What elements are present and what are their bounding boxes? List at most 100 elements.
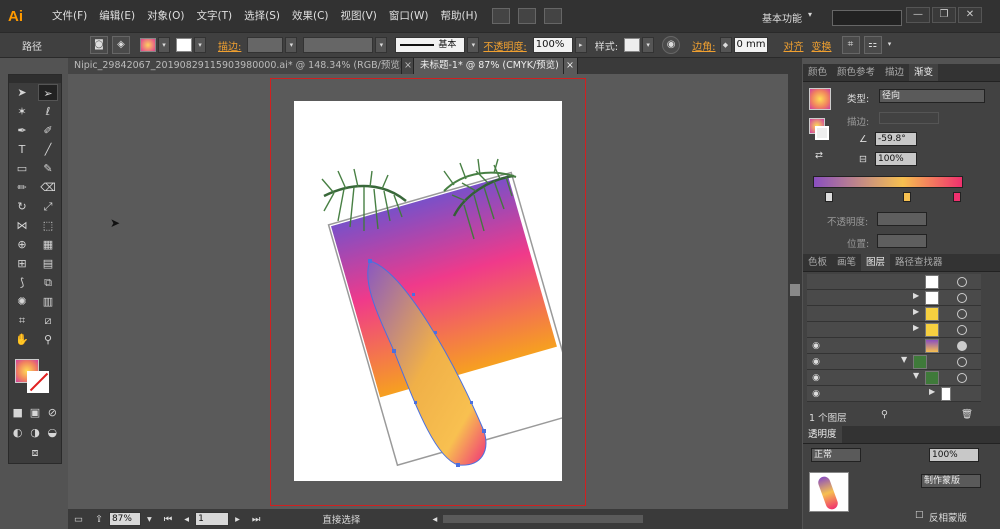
- prev-artboard-icon[interactable]: ◂: [178, 514, 195, 525]
- color-mode-icon[interactable]: ■: [9, 404, 26, 421]
- stroke-weight-field[interactable]: [247, 37, 284, 53]
- tab-brushes[interactable]: 画笔: [832, 254, 861, 271]
- layer-row[interactable]: ▶: [807, 306, 981, 322]
- zoom-field[interactable]: 87%: [108, 512, 141, 526]
- screen-mode-icon[interactable]: ⧈: [25, 444, 45, 461]
- artboard-tool-icon[interactable]: ⌗: [12, 312, 32, 329]
- eyedropper-icon[interactable]: ⟆: [12, 274, 32, 291]
- chevron-down-icon[interactable]: ▾: [194, 37, 206, 53]
- graphic-style-swatch[interactable]: [624, 38, 641, 52]
- minimize-button[interactable]: —: [906, 7, 930, 23]
- tab-transparency[interactable]: 透明度: [803, 426, 842, 443]
- isolate-icon[interactable]: ◙: [90, 36, 108, 54]
- trash-icon[interactable]: 🗑: [961, 409, 973, 420]
- transparency-opacity-field[interactable]: 100%: [929, 448, 979, 462]
- menu-edit[interactable]: 编辑(E): [93, 0, 141, 32]
- slice-tool-icon[interactable]: ⧄: [38, 312, 58, 329]
- perspective-grid-icon[interactable]: ▦: [38, 236, 58, 253]
- canvas-area[interactable]: ➤: [68, 74, 788, 509]
- horizontal-scroll-left-icon[interactable]: ◂: [426, 514, 443, 525]
- layer-target-icon[interactable]: [957, 341, 967, 351]
- first-artboard-icon[interactable]: ⏮: [158, 514, 179, 525]
- search-icon[interactable]: ⚲: [881, 409, 888, 420]
- layer-target-icon[interactable]: [957, 309, 967, 319]
- rectangle-tool-icon[interactable]: ▭: [12, 160, 32, 177]
- mesh-tool-icon[interactable]: ⊞: [12, 255, 32, 272]
- direct-selection-tool-icon[interactable]: ➢: [38, 84, 58, 101]
- gradient-type-select[interactable]: 径向: [879, 89, 985, 103]
- gradient-tool-icon[interactable]: ▤: [38, 255, 58, 272]
- magic-wand-icon[interactable]: ✶: [12, 103, 32, 120]
- stroke-label[interactable]: 描边:: [214, 38, 245, 53]
- menu-file[interactable]: 文件(F): [46, 0, 93, 32]
- fill-color-swatch[interactable]: [140, 38, 156, 52]
- chevron-right-icon[interactable]: ▶: [929, 387, 935, 396]
- artwork[interactable]: [294, 101, 562, 481]
- menu-object[interactable]: 对象(O): [141, 0, 190, 32]
- share-icon[interactable]: ⇪: [89, 514, 109, 525]
- menu-window[interactable]: 窗口(W): [383, 0, 435, 32]
- sync-icon[interactable]: [543, 8, 562, 24]
- chevron-down-icon[interactable]: ▾: [467, 37, 480, 53]
- tab-document-untitled[interactable]: 未标题-1* @ 87% (CMYK/预览): [414, 58, 564, 74]
- next-artboard-icon[interactable]: ▸: [229, 514, 246, 525]
- eraser-icon[interactable]: ⌫: [38, 179, 58, 196]
- layer-target-icon[interactable]: [957, 357, 967, 367]
- artboard[interactable]: [294, 101, 562, 481]
- hand-tool-icon[interactable]: ✋: [12, 331, 32, 348]
- draw-behind-icon[interactable]: ◑: [26, 424, 43, 441]
- brush-definition-select[interactable]: 基本: [395, 37, 466, 53]
- invert-mask-checkbox[interactable]: ☐: [915, 510, 924, 521]
- scale-tool-icon[interactable]: ⤢: [38, 198, 58, 215]
- free-transform-icon[interactable]: ⬚: [38, 217, 58, 234]
- width-tool-icon[interactable]: ⋈: [12, 217, 32, 234]
- gradient-stop-mid[interactable]: [903, 192, 911, 202]
- eye-icon[interactable]: ◉: [809, 388, 823, 400]
- gradient-stop-end[interactable]: [953, 192, 961, 202]
- horizontal-scrollbar[interactable]: [443, 515, 644, 523]
- recolor-artwork-icon[interactable]: ◉: [662, 36, 681, 54]
- menu-effect[interactable]: 效果(C): [286, 0, 335, 32]
- gradient-slider[interactable]: [813, 176, 963, 188]
- opacity-field[interactable]: 100%: [532, 37, 573, 53]
- lasso-icon[interactable]: ℓ: [38, 103, 58, 120]
- curvature-tool-icon[interactable]: ✐: [38, 122, 58, 139]
- close-icon[interactable]: ×: [402, 58, 414, 74]
- layer-row[interactable]: ◉ ▶: [807, 386, 981, 402]
- arrange-documents-icon[interactable]: [517, 8, 536, 24]
- transform-each-icon[interactable]: ⌗: [841, 36, 860, 54]
- panel-menu-icon[interactable]: ▾: [884, 37, 896, 53]
- workspace-switcher[interactable]: 基本功能: [762, 10, 802, 25]
- stroke-swatch[interactable]: [27, 371, 49, 393]
- selection-tool-icon[interactable]: ➤: [12, 84, 32, 101]
- graph-tool-icon[interactable]: ▥: [38, 293, 58, 310]
- line-tool-icon[interactable]: ╱: [38, 141, 58, 158]
- stroke-mini-swatch[interactable]: [815, 126, 829, 140]
- tab-pathfinder[interactable]: 路径查找器: [890, 254, 948, 271]
- shape-builder-icon[interactable]: ⊕: [12, 236, 32, 253]
- chevron-right-icon[interactable]: ▶: [913, 323, 919, 332]
- angle-field[interactable]: -59.8°: [875, 132, 917, 146]
- align-link[interactable]: 对齐: [780, 38, 808, 53]
- rotate-tool-icon[interactable]: ↻: [12, 198, 32, 215]
- chevron-down-icon[interactable]: ▾: [158, 37, 170, 53]
- aspect-ratio-field[interactable]: 100%: [875, 152, 917, 166]
- eye-icon[interactable]: ◉: [809, 340, 823, 352]
- menu-type[interactable]: 文字(T): [191, 0, 239, 32]
- chevron-down-icon[interactable]: ▾: [808, 10, 812, 19]
- layer-row[interactable]: ▶: [807, 290, 981, 306]
- opacity-label[interactable]: 不透明度:: [479, 38, 530, 53]
- tab-color[interactable]: 颜色: [803, 64, 832, 81]
- gradient-mode-icon[interactable]: ▣: [26, 404, 43, 421]
- panel-grip[interactable]: [9, 75, 61, 83]
- corner-radius-field[interactable]: 0 mm: [733, 37, 768, 53]
- stroke-color-swatch[interactable]: [176, 38, 192, 52]
- stroke-gradient-buttons[interactable]: [879, 112, 939, 124]
- layer-row[interactable]: ◉ ▼: [807, 354, 981, 370]
- make-mask-button[interactable]: 制作蒙版: [921, 474, 981, 488]
- menu-select[interactable]: 选择(S): [238, 0, 286, 32]
- reflect-icon[interactable]: ⚏: [863, 36, 882, 54]
- pencil-tool-icon[interactable]: ✏: [12, 179, 32, 196]
- draw-normal-icon[interactable]: ◐: [9, 424, 26, 441]
- tab-stroke[interactable]: 描边: [880, 64, 909, 81]
